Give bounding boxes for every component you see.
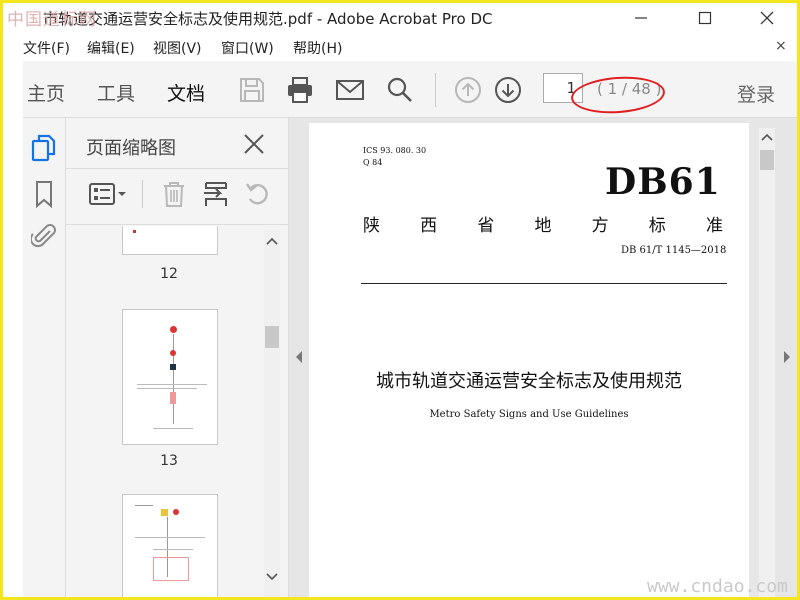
document-close-button[interactable]: × [775,38,787,54]
rotate-pages-button[interactable] [244,180,272,212]
menu-edit[interactable]: 编辑(E) [87,38,135,58]
doc-standard-char: 方 [591,216,609,236]
menu-window[interactable]: 窗口(W) [221,38,274,58]
panel-close-button[interactable] [242,132,266,160]
panel-title: 页面缩略图 [86,138,176,159]
doc-class-line: Q 84 [363,158,383,167]
thumbnail-options-button[interactable] [88,180,128,212]
list-options-icon [89,183,126,205]
annotation-oval [569,73,667,117]
main-toolbar: 主页 工具 文档 1 (1 / 48) 登录 [23,61,797,123]
search-icon [387,77,412,102]
page-thumbnail-13[interactable] [122,309,218,445]
thumbnail-label: 12 [160,266,178,282]
panel-divider [66,224,288,225]
arrow-up-circle-icon [455,77,481,103]
page-thumbnail-12[interactable] [122,226,218,255]
tab-document[interactable]: 文档 [167,79,206,123]
scroll-up-icon [266,237,278,245]
page-thumbnails-button[interactable] [31,134,57,162]
title-bar: 市轨道交通运营安全标志及使用规范.pdf - Adobe Acrobat Pro… [3,3,797,33]
email-button[interactable] [335,75,365,105]
thumbnail-label: 13 [160,453,178,469]
doc-divider-line [361,283,727,284]
next-page-button[interactable] [493,75,523,105]
tab-tools[interactable]: 工具 [97,79,135,106]
menu-bar: 文件(F) 编辑(E) 视图(V) 窗口(W) 帮助(H) × [3,35,797,59]
panel-divider [66,168,288,169]
page-thumbnail-14[interactable] [122,494,218,597]
doc-standard-char: 标 [648,216,666,236]
attachments-button[interactable] [29,222,57,250]
doc-ics-code: ICS 93. 080. 30 Q 84 [363,145,426,169]
document-scrollbar[interactable] [759,128,775,597]
thumbnail-scrollbar[interactable] [264,230,280,597]
document-scroll-thumb[interactable] [760,150,774,170]
toolbar-divider [435,73,436,107]
printer-icon [288,77,312,103]
rotate-icon [246,183,268,205]
doc-standard-type: 陕 西 省 地 方 标 准 [363,211,723,236]
pdf-page: ICS 93. 080. 30 Q 84 DB61 陕 西 省 地 方 标 准 … [309,123,749,597]
previous-page-button[interactable] [453,75,483,105]
panel-tool-divider [142,180,143,208]
thumbnail-scroll-thumb[interactable] [265,326,279,348]
site-logo-watermark: 中国道标网 [7,10,97,30]
save-button[interactable] [237,75,267,105]
doc-standard-char: 省 [477,216,495,236]
delete-pages-button[interactable] [160,180,188,212]
paperclip-icon [29,224,56,248]
window-title: 市轨道交通运营安全标志及使用规范.pdf - Adobe Acrobat Pro… [43,10,493,28]
tab-home[interactable]: 主页 [27,79,65,106]
bookmarks-button[interactable] [31,180,57,209]
site-url-watermark: www.cndao.com [647,576,788,597]
doc-standard-char: 准 [705,216,723,236]
search-button[interactable] [385,75,415,105]
doc-standard-char: 西 [420,216,438,236]
doc-standard-number: DB 61/T 1145—2018 [621,245,727,256]
doc-title-chinese: 城市轨道交通运营安全标志及使用规范 [376,371,682,392]
expand-right-pane-icon[interactable] [783,350,791,364]
doc-standard-code: DB61 [605,161,721,203]
minimize-icon [635,17,647,19]
scroll-up-icon [761,133,773,141]
collapse-left-pane-icon[interactable] [295,350,303,364]
arrow-down-circle-icon [495,77,521,103]
app-window: 市轨道交通运营安全标志及使用规范.pdf - Adobe Acrobat Pro… [0,0,800,600]
window-close-button[interactable] [747,3,787,33]
doc-standard-char: 陕 [363,216,380,236]
pages-icon [31,134,56,162]
minimize-button[interactable] [621,3,661,33]
login-button[interactable]: 登录 [737,80,775,107]
insert-pages-button[interactable] [202,180,230,212]
navigation-rail [23,118,66,597]
thumbnail-panel: 页面缩略图 12 13 [66,118,289,597]
menu-help[interactable]: 帮助(H) [293,38,342,58]
scroll-down-icon [266,573,278,581]
doc-standard-char: 地 [534,216,552,236]
insert-pages-icon [204,182,227,206]
maximize-icon [698,11,712,25]
trash-icon [164,182,184,207]
doc-title-english: Metro Safety Signs and Use Guidelines [429,409,629,420]
bookmark-icon [36,181,52,209]
print-button[interactable] [285,75,315,105]
menu-file[interactable]: 文件(F) [23,38,70,58]
save-icon [240,78,264,102]
envelope-icon [336,80,364,100]
menu-view[interactable]: 视图(V) [153,38,202,58]
document-view: ICS 93. 080. 30 Q 84 DB61 陕 西 省 地 方 标 准 … [289,118,797,597]
close-icon [244,134,264,154]
close-icon [760,11,774,25]
doc-ics-line: ICS 93. 080. 30 [363,146,427,155]
maximize-button[interactable] [685,3,725,33]
